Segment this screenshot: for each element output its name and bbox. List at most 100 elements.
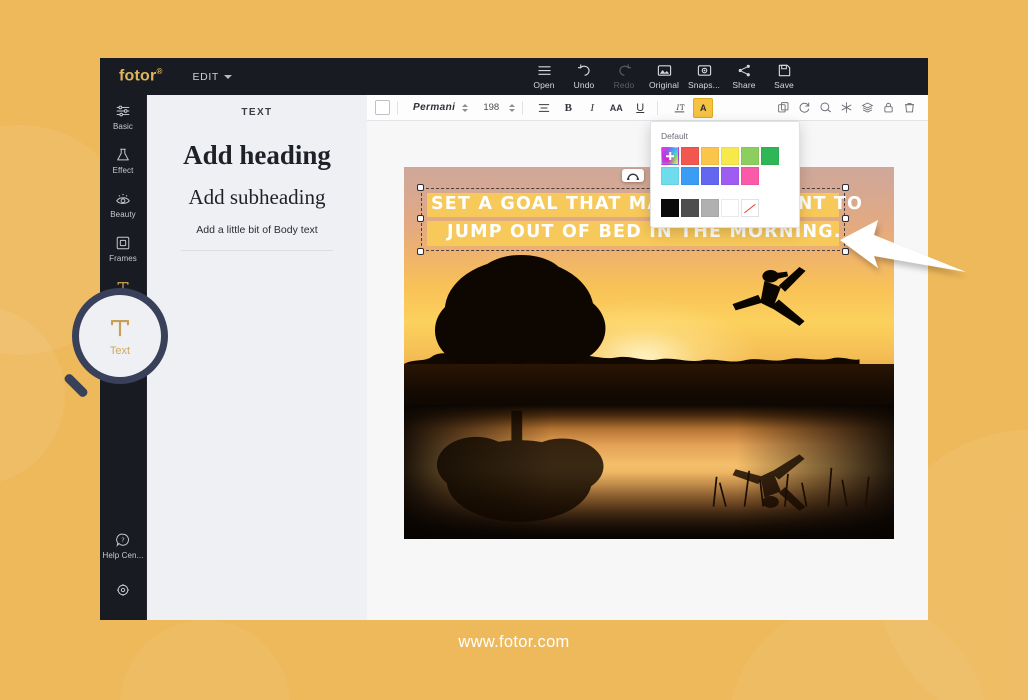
color-swatch[interactable] [701,147,719,165]
align-center-icon [539,103,550,112]
preset-add-body-text[interactable]: Add a little bit of Body text [147,224,367,236]
panel-divider [181,250,333,251]
text-color-swatch[interactable] [375,100,390,115]
bold-button[interactable]: B [558,98,578,118]
top-actions: Open Undo Redo Original Snaps... Share S… [524,58,804,95]
color-picker-label: Default [661,131,688,141]
color-swatch[interactable] [721,167,739,185]
logo-registered-mark: ® [156,67,163,77]
frame-icon [116,236,130,250]
image-icon [657,65,671,76]
page-root: fotor® EDIT Open Undo Redo Original Snap… [0,0,1028,700]
sidebar-label-basic: Basic [112,122,134,131]
sidebar-item-settings[interactable] [100,568,146,612]
open-button[interactable]: Open [524,63,564,90]
color-swatch-row-2 [661,167,789,185]
magnifier-highlight: Text [62,288,168,399]
undo-button[interactable]: Undo [564,63,604,90]
resize-handle-top-right[interactable] [842,184,849,191]
color-swatch[interactable] [721,199,739,217]
rotate-handle[interactable] [622,169,644,182]
color-swatch-row-3 [661,199,789,217]
magnifier-handle [62,372,90,399]
snapshot-button[interactable]: Snaps... [684,63,724,90]
chevron-down-icon [223,74,232,79]
sidebar-item-effect[interactable]: Effect [100,139,146,183]
photo-jumping-person [732,266,806,326]
sidebar-label-frames: Frames [109,254,137,263]
font-size-input[interactable]: 198 [480,102,502,113]
color-swatch[interactable] [761,147,779,165]
align-button[interactable] [534,98,554,118]
font-family-select[interactable]: Permani [413,102,455,113]
resize-handle-middle-left[interactable] [417,215,424,223]
trash-icon[interactable] [903,101,916,114]
custom-color-picker-icon[interactable] [661,147,679,165]
lock-icon[interactable] [882,101,895,114]
top-bar: fotor® EDIT Open Undo Redo Original Snap… [100,58,928,95]
no-color-swatch[interactable] [741,199,759,217]
color-swatch[interactable] [661,199,679,217]
sidebar-item-help-center[interactable]: ? Help Cen... [100,524,146,568]
resize-handle-middle-right[interactable] [842,215,849,223]
undo-label: Undo [573,80,595,90]
question-bubble-icon: ? [116,533,129,547]
layers-icon[interactable] [861,101,874,114]
edit-menu-button[interactable]: EDIT [193,71,232,83]
redo-button[interactable]: Redo [604,63,644,90]
sidebar-item-frames[interactable]: Frames [100,227,146,271]
text-spacing-button[interactable]: I T [669,98,689,118]
color-swatch[interactable] [741,167,759,185]
svg-text:?: ? [121,536,124,544]
edit-menu-label: EDIT [192,70,219,83]
duplicate-icon[interactable] [777,101,790,114]
color-swatch[interactable] [661,167,679,185]
redo-arrow-icon [618,64,631,76]
canvas-area[interactable]: SET A GOAL THAT MAKES YOU WANT TO JUMP O… [404,167,894,539]
sliders-icon [116,105,130,117]
color-picker-popover: Default [650,121,800,228]
photo-tree-reflection [437,410,604,522]
color-swatch[interactable] [681,199,699,217]
font-color-button[interactable]: A [693,97,714,118]
sidebar-item-basic[interactable]: Basic [100,95,146,139]
letter-case-button[interactable]: AA [606,98,626,118]
font-size-stepper[interactable] [509,103,516,112]
text-panel: TEXT Add heading Add subheading Add a li… [147,95,367,620]
resize-handle-bottom-right[interactable] [842,247,849,255]
toolbar-divider [657,100,659,115]
sidebar-item-beauty[interactable]: Beauty [100,183,146,227]
toolbar-divider [522,100,524,115]
color-swatch[interactable] [681,147,699,165]
toolbar-divider [397,100,398,115]
save-button[interactable]: Save [764,63,804,90]
original-button[interactable]: Original [644,63,684,90]
italic-button[interactable]: I [582,98,602,118]
sidebar-label-effect: Effect [112,166,134,175]
sidebar-label-beauty: Beauty [110,210,136,219]
preset-add-heading[interactable]: Add heading [147,140,367,171]
refresh-icon[interactable] [798,101,811,114]
gear-icon [116,583,130,597]
editor-stage: Permani 198 B I AA U I T A SET A GOAL TH… [367,95,928,620]
resize-handle-top-left[interactable] [417,184,424,191]
color-swatch[interactable] [681,167,699,185]
color-swatch[interactable] [701,167,719,185]
share-button[interactable]: Share [724,63,764,90]
underline-button[interactable]: U [630,98,650,118]
search-icon[interactable] [819,101,832,114]
effects-icon[interactable] [840,101,853,114]
logo-text: fotor [119,67,157,85]
resize-handle-bottom-left[interactable] [417,247,424,255]
font-family-stepper[interactable] [462,103,469,112]
color-swatch[interactable] [741,147,759,165]
preset-add-subheading[interactable]: Add subheading [147,185,367,210]
color-swatch[interactable] [701,199,719,217]
text-format-toolbar: Permani 198 B I AA U I T A [367,95,928,121]
color-swatch[interactable] [721,147,739,165]
share-node-icon [738,64,750,77]
rotate-icon [626,173,640,180]
fotor-logo[interactable]: fotor® [119,67,163,85]
fotor-app-window: fotor® EDIT Open Undo Redo Original Snap… [100,58,928,620]
app-body: Basic Effect Beauty Frames ? Help Cen...… [100,95,928,620]
